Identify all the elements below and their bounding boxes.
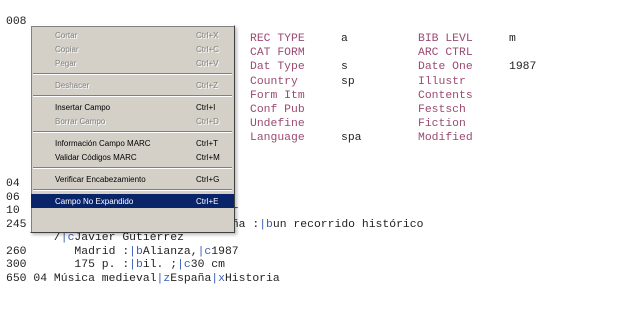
field-tag: 04: [6, 178, 20, 190]
field-content: 175 p. :|bil. ;|c30 cm: [74, 259, 225, 271]
fixed-field-row: Dat Type s Date One 1987: [250, 61, 536, 75]
menu-item-shortcut: Ctrl+V: [196, 58, 219, 68]
fixed-field-value[interactable]: sp: [341, 76, 355, 90]
menu-item-label: Pegar: [55, 58, 77, 68]
fixed-field-label: Undefine: [250, 118, 305, 131]
field-tag: 06: [6, 191, 20, 204]
record-line[interactable]: 260 Madrid :|bAlianza,|c1987: [6, 246, 423, 260]
fixed-field-grid[interactable]: REC TYPE a BIB LEVL m CAT FORM ARC CTRL Dat Ty…: [250, 33, 536, 147]
fixed-field-value[interactable]: spa: [341, 132, 362, 146]
fixed-field-value[interactable]: m: [509, 33, 516, 47]
menu-item-label: Borrar Campo: [55, 116, 106, 126]
subfield-delimiter: |b: [129, 259, 143, 271]
field-content: 04 Música medieval|zEspaña|xHistoria: [33, 272, 280, 285]
fixed-field-row: Form Itm Contents: [250, 90, 536, 104]
menu-item-validar-codigos-marc[interactable]: Validar Códigos MARC Ctrl+M: [31, 150, 234, 164]
menu-item-shortcut: Ctrl+Z: [196, 80, 218, 90]
menu-separator: [33, 131, 232, 133]
menu-item-cortar: Cortar Ctrl+X: [31, 28, 234, 42]
fixed-field-row: REC TYPE a BIB LEVL m: [250, 33, 536, 47]
record-line[interactable]: 300 175 p. :|bil. ;|c30 cm: [6, 259, 423, 273]
fixed-field-label: Modified: [418, 132, 473, 145]
fixed-field-row: Country sp Illustr: [250, 76, 536, 90]
menu-item-label: Cortar: [55, 30, 78, 40]
fixed-field-label: ARC CTRL: [418, 47, 473, 60]
fixed-field-label: Fiction: [418, 118, 466, 131]
menu-item-label: Validar Códigos MARC: [55, 152, 137, 162]
menu-item-shortcut: Ctrl+C: [196, 44, 219, 54]
menu-separator: [33, 167, 232, 169]
subfield-delimiter: |x: [211, 272, 225, 285]
field-tag: 650: [6, 272, 27, 285]
fixed-field-label: Illustr: [418, 75, 466, 88]
menu-item-shortcut: Ctrl+G: [196, 174, 220, 184]
menu-item-label: Campo No Expandido: [55, 196, 134, 206]
menu-item-shortcut: Ctrl+E: [196, 196, 219, 206]
fixed-field-row: Language spa Modified: [250, 132, 536, 146]
fixed-field-label: Language: [250, 132, 305, 145]
menu-item-shortcut: Ctrl+M: [196, 152, 220, 162]
menu-item-shortcut: Ctrl+X: [196, 30, 219, 40]
menu-separator: [33, 73, 232, 75]
field-content: Madrid :|bAlianza,|c1987: [74, 245, 239, 258]
menu-item-shortcut: Ctrl+T: [196, 138, 218, 148]
field-tag: 260: [6, 245, 27, 258]
menu-item-label: Deshacer: [55, 80, 90, 90]
fixed-field-label: Country: [250, 75, 298, 88]
menu-item-pegar: Pegar Ctrl+V: [31, 56, 234, 70]
subfield-delimiter: |z: [156, 272, 171, 285]
subfield-delimiter: |c: [60, 232, 75, 244]
fixed-field-label: Form Itm: [250, 89, 305, 102]
field-tag: 008: [6, 16, 27, 28]
subfield-delimiter: |c: [177, 259, 191, 271]
menu-item-insertar-campo[interactable]: Insertar Campo Ctrl+I: [31, 100, 234, 114]
field-content: /|cJavier Gutiérrez: [53, 232, 184, 244]
menu-item-verificar-encabezamiento[interactable]: Verificar Encabezamiento Ctrl+G: [31, 172, 234, 186]
menu-item-label: Verificar Encabezamiento: [55, 174, 146, 184]
menu-item-campo-no-expandido[interactable]: Campo No Expandido Ctrl+E: [31, 194, 234, 208]
subfield-delimiter: |b: [259, 218, 273, 231]
fixed-field-row: Undefine Fiction: [250, 118, 536, 132]
menu-item-shortcut: Ctrl+D: [196, 116, 219, 126]
field-tag: 300: [6, 259, 27, 271]
field-tag: 245: [6, 218, 27, 231]
menu-item-shortcut: Ctrl+I: [196, 102, 216, 112]
fixed-field-value[interactable]: s: [341, 61, 348, 75]
menu-item-label: Copiar: [55, 44, 79, 54]
fixed-field-value[interactable]: a: [341, 33, 348, 47]
menu-item-label: Insertar Campo: [55, 102, 111, 112]
fixed-field-label: Conf Pub: [250, 103, 305, 116]
field-tag: 10: [6, 205, 20, 217]
fixed-field-row: Conf Pub Festsch: [250, 104, 536, 118]
menu-item-deshacer: Deshacer Ctrl+Z: [31, 78, 234, 92]
menu-separator: [33, 95, 232, 97]
fixed-field-label: Date One: [418, 61, 473, 74]
menu-item-borrar-campo: Borrar Campo Ctrl+D: [31, 114, 234, 128]
menu-item-label: Información Campo MARC: [55, 138, 151, 148]
menu-item-copiar: Copiar Ctrl+C: [31, 42, 234, 56]
fixed-field-row: CAT FORM ARC CTRL: [250, 47, 536, 61]
fixed-field-label: REC TYPE: [250, 33, 305, 45]
menu-separator: [33, 189, 232, 191]
fixed-field-label: CAT FORM: [250, 47, 305, 60]
fixed-field-label: BIB LEVL: [418, 33, 473, 45]
fixed-field-label: Dat Type: [250, 61, 305, 74]
subfield-delimiter: |c: [197, 245, 212, 258]
record-line[interactable]: /|cJavier Gutiérrez: [6, 232, 423, 246]
fixed-field-label: Festsch: [418, 103, 466, 116]
subfield-delimiter: |b: [129, 245, 143, 258]
context-menu: Cortar Ctrl+X Copiar Ctrl+C Pegar Ctrl+V Desha…: [30, 25, 235, 233]
fixed-field-value[interactable]: 1987: [509, 61, 536, 75]
record-line[interactable]: 650 04 Música medieval|zEspaña|xHistoria: [6, 273, 423, 287]
fixed-field-label: Contents: [418, 89, 473, 102]
menu-item-informacion-campo-marc[interactable]: Información Campo MARC Ctrl+T: [31, 136, 234, 150]
